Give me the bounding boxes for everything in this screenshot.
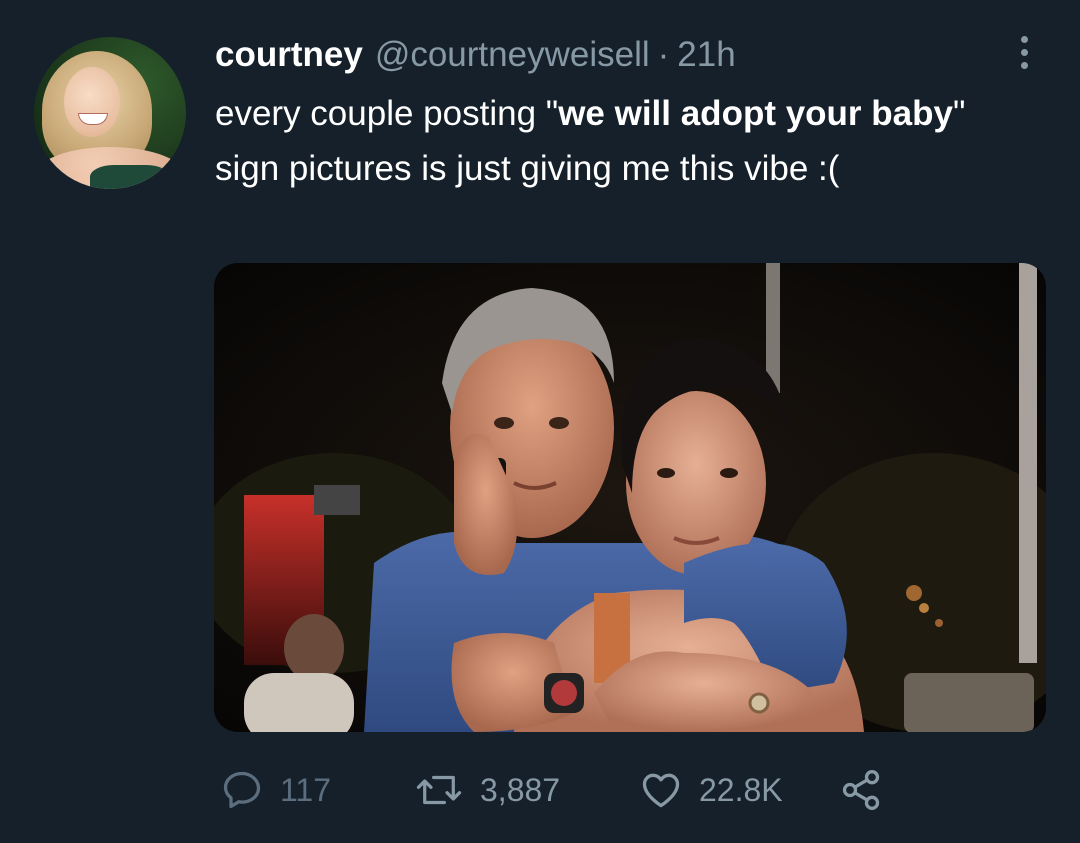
light-dot bbox=[919, 603, 929, 613]
more-dot bbox=[1020, 61, 1028, 69]
tweet-header: courtney @courtneyweisell · 21h bbox=[215, 30, 736, 80]
avatar[interactable] bbox=[34, 37, 186, 189]
retweet-icon bbox=[414, 768, 464, 812]
retweet-button[interactable]: 3,887 bbox=[414, 768, 639, 812]
tweet-text: every couple posting "we will adopt your… bbox=[215, 86, 1035, 196]
like-count: 22.8K bbox=[699, 771, 783, 808]
ring bbox=[748, 692, 770, 714]
tweet-text-bold: we will adopt your baby bbox=[558, 94, 953, 133]
light-dot bbox=[906, 585, 922, 601]
more-dot bbox=[1020, 48, 1028, 56]
tweet-photo[interactable] bbox=[214, 263, 1046, 732]
photo-illustration bbox=[214, 263, 1046, 732]
share-button[interactable] bbox=[839, 768, 883, 812]
light-dot bbox=[935, 619, 943, 627]
woman-eye bbox=[720, 468, 738, 478]
retweet-count: 3,887 bbox=[480, 771, 561, 808]
man-eye bbox=[549, 417, 569, 429]
bg-person-head bbox=[284, 614, 344, 682]
woman-eye bbox=[657, 468, 675, 478]
reply-button[interactable]: 117 bbox=[220, 768, 414, 812]
watch-face bbox=[551, 680, 577, 706]
tweet[interactable]: courtney @courtneyweisell · 21h every co… bbox=[0, 0, 1080, 843]
timestamp[interactable]: 21h bbox=[677, 35, 735, 75]
heart-icon bbox=[639, 768, 683, 812]
reply-icon bbox=[220, 768, 264, 812]
bg-person-body bbox=[244, 673, 354, 732]
tweet-text-part1: every couple posting " bbox=[215, 94, 559, 133]
more-icon[interactable] bbox=[1010, 30, 1038, 74]
lamp bbox=[314, 485, 360, 515]
reply-count: 117 bbox=[280, 771, 332, 808]
action-bar: 117 3,887 22.8K bbox=[220, 760, 883, 820]
share-icon bbox=[839, 768, 883, 812]
man-eye bbox=[494, 417, 514, 429]
table bbox=[904, 673, 1034, 732]
pillar bbox=[1019, 263, 1037, 663]
like-button[interactable]: 22.8K bbox=[639, 768, 839, 812]
user-handle[interactable]: @courtneyweisell bbox=[375, 35, 650, 75]
header-separator: · bbox=[657, 35, 670, 74]
avatar-face bbox=[64, 67, 120, 137]
display-name[interactable]: courtney bbox=[215, 35, 363, 75]
more-dot bbox=[1020, 35, 1028, 43]
avatar-dress bbox=[90, 165, 170, 189]
